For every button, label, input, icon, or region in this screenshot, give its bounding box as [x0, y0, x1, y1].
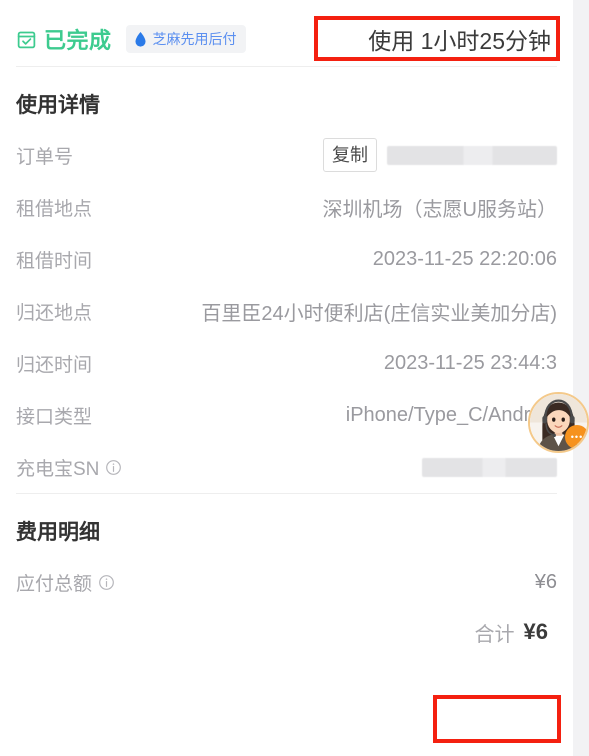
status-badge: 已完成: [16, 23, 112, 55]
row-rental-time: 租借时间 2023-11-25 22:20:06: [16, 233, 557, 285]
row-label: 应付总额: [16, 573, 93, 595]
row-value: ¥6: [534, 570, 557, 593]
row-label: 充电宝SN: [16, 458, 100, 480]
status-label: 已完成: [44, 28, 112, 53]
water-drop-icon: [133, 31, 148, 48]
grand-total-row: 合计 ¥6: [16, 608, 557, 656]
fee-rows: 应付总额 ¥6: [16, 550, 557, 608]
usage-rows: 订单号 复制 租借地点 深圳机场（志愿U服务站） 租借时间 2023-11-25…: [16, 123, 557, 493]
row-order-number: 订单号 复制: [16, 129, 557, 181]
row-label-group: 充电宝SN: [16, 454, 122, 481]
grand-total-label: 合计: [474, 623, 515, 646]
usage-duration-text: 使用 1小时25分钟: [368, 27, 551, 54]
row-label: 租借地点: [16, 198, 93, 220]
check-square-icon: [16, 29, 37, 50]
service-badge[interactable]: •••: [565, 425, 587, 449]
row-value: 2023-11-25 23:44:3: [383, 351, 557, 374]
row-interface-type: 接口类型 iPhone/Type_C/Android: [16, 389, 557, 441]
page-content: 已完成 芝麻先用后付 使用详情 订单号 复制 租借地点 深圳机场（志愿U服务站）…: [0, 0, 573, 756]
row-label: 归还时间: [16, 354, 93, 376]
info-circle-icon[interactable]: [105, 459, 122, 476]
row-powerbank-sn: 充电宝SN: [16, 441, 557, 493]
customer-service-avatar[interactable]: •••: [528, 392, 589, 453]
row-label-group: 应付总额: [16, 569, 115, 596]
row-rental-location: 租借地点 深圳机场（志愿U服务站）: [16, 181, 557, 233]
order-number-value-group: 复制: [323, 138, 557, 172]
order-number-redacted: [387, 145, 557, 165]
row-label: 租借时间: [16, 250, 93, 272]
credit-badge[interactable]: 芝麻先用后付: [125, 25, 246, 53]
usage-section-title: 使用详情: [16, 94, 100, 117]
info-circle-icon[interactable]: [98, 574, 115, 591]
row-value: iPhone/Type_C/Android: [345, 403, 557, 426]
row-value: 深圳机场（志愿U服务站）: [322, 198, 557, 221]
order-detail-page: 已完成 芝麻先用后付 使用详情 订单号 复制 租借地点 深圳机场（志愿U服务站）…: [0, 0, 589, 756]
row-return-time: 归还时间 2023-11-25 23:44:3: [16, 337, 557, 389]
row-label: 归还地点: [16, 302, 93, 324]
right-gutter: [573, 0, 589, 756]
row-total-payable: 应付总额 ¥6: [16, 556, 557, 608]
row-return-location: 归还地点 百里臣24小时便利店(庄信实业美加分店): [16, 285, 557, 337]
powerbank-sn-redacted: [422, 457, 557, 477]
row-value: 百里臣24小时便利店(庄信实业美加分店): [201, 302, 557, 325]
copy-button[interactable]: 复制: [323, 138, 377, 172]
grand-total-value: ¥6: [523, 619, 548, 644]
row-label: 订单号: [16, 146, 74, 168]
row-label: 接口类型: [16, 406, 93, 428]
row-value: 2023-11-25 22:20:06: [372, 247, 557, 270]
credit-badge-label: 芝麻先用后付: [152, 31, 237, 47]
fee-section-title: 费用明细: [16, 521, 100, 544]
